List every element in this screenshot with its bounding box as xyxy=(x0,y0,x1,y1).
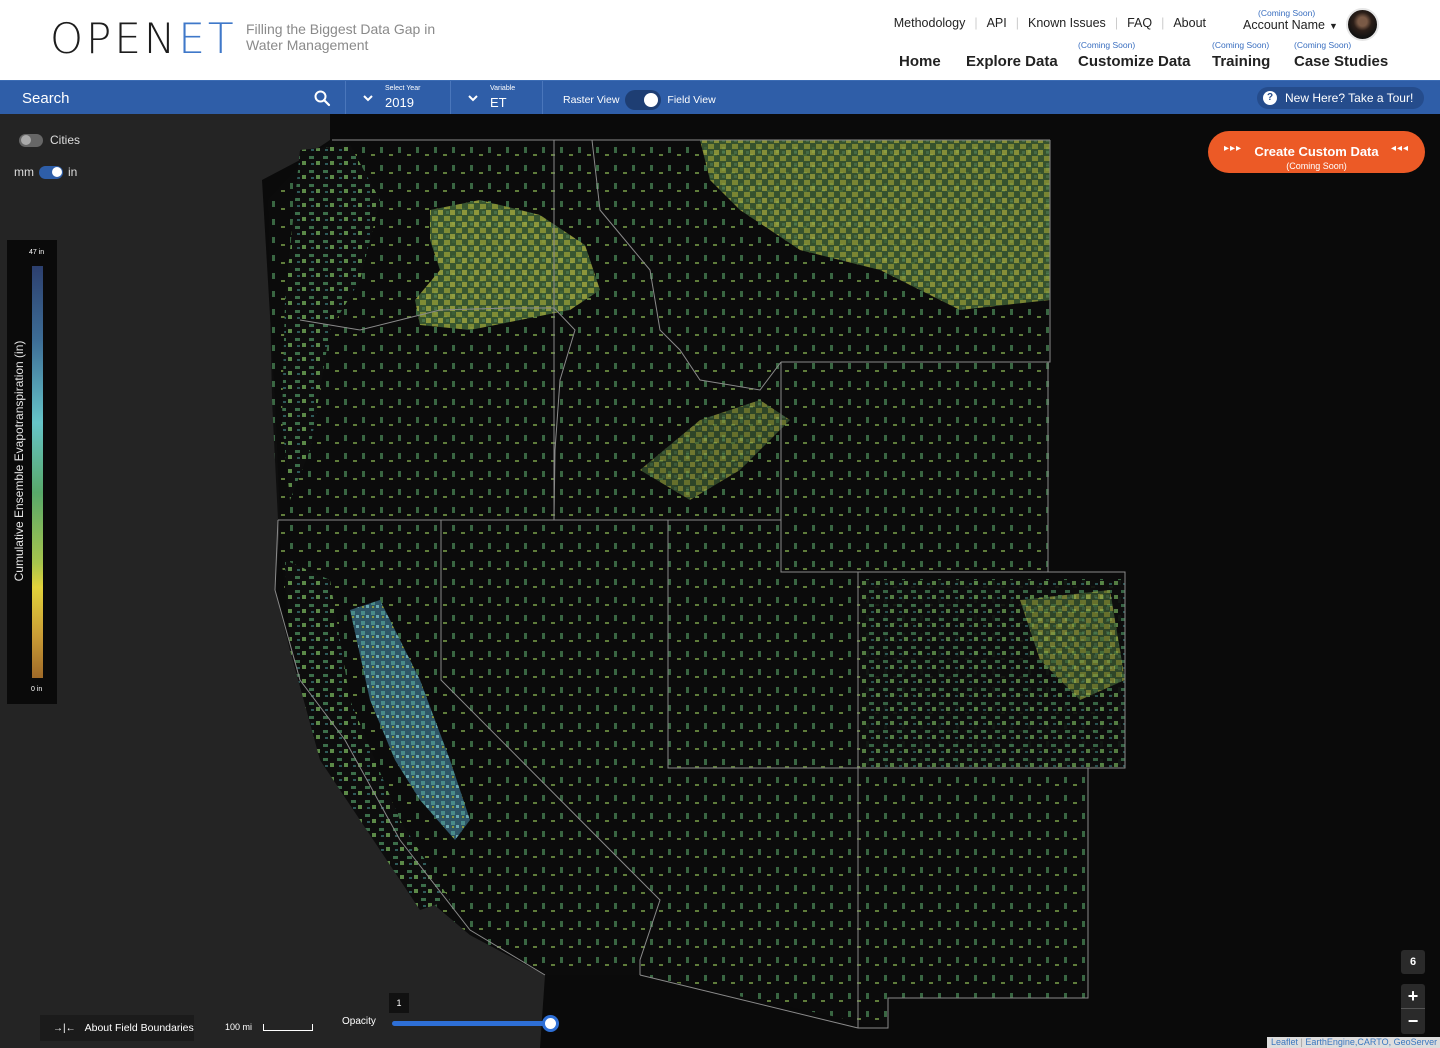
take-tour-label: New Here? Take a Tour! xyxy=(1285,91,1414,105)
link-api[interactable]: API xyxy=(987,16,1007,30)
cities-toggle-switch[interactable] xyxy=(19,133,43,147)
legend-color-bar xyxy=(32,266,43,678)
view-toggle-switch[interactable] xyxy=(625,90,662,110)
attribution-leaflet-link[interactable]: Leaflet xyxy=(1271,1037,1298,1047)
variable-select[interactable]: Variable ET xyxy=(452,81,543,115)
color-legend: 47 in Cumulative Ensemble Evapotranspira… xyxy=(7,240,57,704)
coming-soon-label: (Coming Soon) xyxy=(1078,40,1136,50)
zoom-control: + − xyxy=(1401,984,1425,1034)
scale-label: 100 mi xyxy=(225,1022,253,1032)
nav-label[interactable]: Customize Data xyxy=(1078,53,1191,70)
opacity-value: 1 xyxy=(389,993,409,1013)
separator: | xyxy=(974,16,978,30)
separator: | xyxy=(1114,16,1119,30)
toggle-knob xyxy=(644,93,659,107)
account-name[interactable]: Account Name xyxy=(1243,18,1325,32)
attribution-sources-link[interactable]: EarthEngine,CARTO, GeoServer xyxy=(1305,1037,1437,1047)
opacity-slider[interactable] xyxy=(392,1015,559,1032)
create-custom-data-button[interactable]: ▸▸▸ Create Custom Data ◂◂◂ (Coming Soon) xyxy=(1208,131,1425,173)
scale-line xyxy=(263,1023,314,1031)
link-faq[interactable]: FAQ xyxy=(1127,16,1152,30)
logo-text-open: OPEN xyxy=(50,13,179,63)
chevron-down-icon xyxy=(468,95,478,102)
avatar[interactable] xyxy=(1346,8,1379,41)
units-toggle-switch[interactable] xyxy=(39,165,63,179)
legend-title: Cumulative Ensemble Evapotranspiration (… xyxy=(12,340,26,582)
search-input[interactable] xyxy=(22,87,292,109)
help-icon: ? xyxy=(1263,91,1277,105)
zoom-in-button[interactable]: + xyxy=(1401,984,1425,1009)
variable-select-value[interactable]: ET xyxy=(490,95,507,110)
toggle-knob xyxy=(21,135,31,145)
raster-view-label[interactable]: Raster View xyxy=(563,94,619,106)
scale-bar: 100 mi xyxy=(225,1022,314,1032)
separator: | xyxy=(1161,16,1165,30)
about-field-boundaries-label: About Field Boundaries xyxy=(84,1022,194,1034)
search-icon[interactable] xyxy=(313,89,331,107)
year-select[interactable]: Select Year 2019 xyxy=(347,81,451,115)
map-attribution: Leaflet | EarthEngine,CARTO, GeoServer xyxy=(1267,1037,1440,1048)
account-coming-soon: (Coming Soon) xyxy=(1258,8,1316,18)
logo-text-et: ET xyxy=(178,13,237,63)
coming-soon-label: (Coming Soon) xyxy=(1294,40,1352,50)
map-toolbar: Select Year 2019 Variable ET Raster View… xyxy=(0,80,1440,115)
field-view-label[interactable]: Field View xyxy=(667,94,715,106)
cities-toggle[interactable]: Cities xyxy=(19,133,80,147)
take-tour-button[interactable]: ? New Here? Take a Tour! xyxy=(1257,87,1424,109)
coming-soon-label: (Coming Soon) xyxy=(1286,161,1347,171)
unit-in-label[interactable]: in xyxy=(68,165,77,179)
nav-label[interactable]: Case Studies xyxy=(1294,53,1388,70)
account-menu[interactable]: (Coming Soon) Account Name ▼ xyxy=(1243,8,1343,34)
zoom-out-button[interactable]: − xyxy=(1401,1009,1425,1034)
nav-label[interactable]: Explore Data xyxy=(966,53,1058,70)
toggle-knob xyxy=(52,167,62,177)
map-layer xyxy=(0,114,1440,1048)
openet-logo[interactable]: OPEN ET xyxy=(50,14,237,63)
map-canvas[interactable]: Cities mm in 47 in Cumulative Ensemble E… xyxy=(0,114,1440,1048)
top-links: Methodology | API | Known Issues | FAQ | Abo… xyxy=(894,16,1206,30)
tagline: Filling the Biggest Data Gap in Water Ma… xyxy=(246,21,436,53)
zoom-level: 6 xyxy=(1401,950,1425,974)
opacity-label: Opacity xyxy=(342,1016,376,1027)
year-select-label: Select Year xyxy=(385,85,421,92)
arrows-left-icon: ◂◂◂ xyxy=(1390,143,1409,154)
view-toggle: Raster View Field View xyxy=(563,90,716,110)
link-methodology[interactable]: Methodology xyxy=(894,16,966,30)
link-about[interactable]: About xyxy=(1173,16,1206,30)
caret-down-icon[interactable]: ▼ xyxy=(1329,21,1338,31)
legend-min-label: 0 in xyxy=(31,686,43,693)
opacity-slider-thumb[interactable] xyxy=(542,1015,559,1032)
coming-soon-label: (Coming Soon) xyxy=(1212,40,1270,50)
chevron-down-icon xyxy=(363,95,373,102)
cities-label: Cities xyxy=(50,133,81,147)
nav-label[interactable]: Training xyxy=(1212,53,1270,70)
units-toggle[interactable]: mm in xyxy=(14,165,77,179)
legend-max-label: 47 in xyxy=(29,249,45,256)
header: OPEN ET Filling the Biggest Data Gap in W… xyxy=(0,0,1440,80)
variable-select-label: Variable xyxy=(490,85,516,92)
about-field-boundaries-button[interactable]: →|← About Field Boundaries xyxy=(40,1015,194,1041)
unit-mm-label[interactable]: mm xyxy=(14,165,34,179)
year-select-value[interactable]: 2019 xyxy=(385,95,414,110)
field-boundary-icon: →|← xyxy=(53,1022,76,1034)
link-known-issues[interactable]: Known Issues xyxy=(1028,16,1106,30)
nav-label[interactable]: Home xyxy=(899,53,941,70)
separator: | xyxy=(1015,16,1019,30)
search-box xyxy=(0,81,346,115)
